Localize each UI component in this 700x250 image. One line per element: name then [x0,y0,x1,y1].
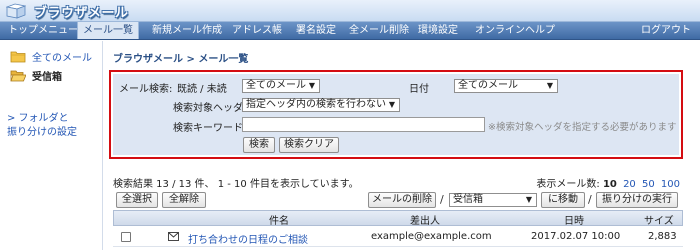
move-target-select[interactable]: 受信箱 ▼ [449,193,537,207]
date-label: 日付 [409,84,429,95]
settings-link-line: 振り分けの設定 [7,127,77,138]
open-folder-icon [10,70,26,81]
toolbar-separator: / [588,193,592,206]
read-unread-label: 既読 / 未読 [177,84,227,95]
per-page-option-50[interactable]: 50 [642,179,655,190]
search-clear-button[interactable]: 検索クリア [279,137,339,153]
column-header-date[interactable]: 日時 [564,212,584,227]
column-header-subject[interactable]: 件名 [269,212,289,227]
row-size: 2,883 [648,231,677,242]
envelope-icon [168,232,179,241]
logout-link[interactable]: ログアウト [641,22,691,39]
keyword-hint: ※検索対象ヘッダを指定する必要があります [488,122,677,133]
envelope-logo-icon [6,3,26,19]
header-target-label: 検索対象ヘッダ [173,103,243,114]
date-select[interactable]: 全てのメール ▼ [454,79,558,93]
read-unread-value: 全てのメール [246,80,306,91]
chevron-down-icon: ▼ [308,81,315,90]
sidebar-folder-label: 受信箱 [32,71,62,83]
date-value: 全てのメール [458,80,518,91]
per-page-current: 10 [602,179,617,190]
nav-mail-list[interactable]: メール一覧 [77,22,139,39]
app-title: ブラウザメール [34,6,129,21]
select-all-button[interactable]: 全選択 [116,192,158,208]
folder-icon [10,51,26,62]
nav-new-mail[interactable]: 新規メール作成 [152,22,222,39]
deselect-all-button[interactable]: 全解除 [162,192,206,208]
sidebar-folder-all-mail[interactable]: 全てのメール [10,49,92,64]
mail-table-header: 件名 差出人 日時 サイズ [113,210,683,227]
move-target-value: 受信箱 [453,194,483,205]
row-from: example@example.com [371,231,492,242]
table-row[interactable]: 打ち合わせの日程のご相談 example@example.com 2017.02… [113,227,683,247]
nav-delete-all-mail[interactable]: 全メール削除 [349,22,409,39]
header-target-value: 指定ヘッダ内の検索を行わない [246,99,386,110]
main-nav: トップメニュー メール一覧 新規メール作成 アドレス帳 署名設定 全メール削除 … [0,22,700,40]
nav-preferences[interactable]: 環境設定 [418,22,458,39]
delete-mail-button[interactable]: メールの削除 [368,192,436,208]
chevron-down-icon: ▼ [525,195,532,204]
row-subject-link[interactable]: 打ち合わせの日程のご相談 [188,231,308,246]
per-page-label: 表示メール数: [536,179,600,190]
search-button[interactable]: 検索 [243,137,275,153]
header-target-select[interactable]: 指定ヘッダ内の検索を行わない ▼ [242,98,400,112]
sidebar: 全てのメール 受信箱 > フォルダと 振り分けの設定 [0,41,103,250]
read-unread-select[interactable]: 全てのメール ▼ [242,79,320,93]
nav-signature-settings[interactable]: 署名設定 [296,22,336,39]
title-bar: ブラウザメール [0,0,700,22]
mail-search-label: メール検索: [119,84,173,95]
settings-link-line: > フォルダと [7,113,69,124]
sidebar-folder-inbox[interactable]: 受信箱 [10,68,62,83]
chevron-down-icon: ▼ [388,100,395,109]
per-page-option-20[interactable]: 20 [623,179,636,190]
mail-search-panel: メール検索: 既読 / 未読 全てのメール ▼ 日付 全てのメール ▼ 検索対象… [109,70,683,159]
results-summary: 検索結果 13 / 13 件、 1 - 10 件目を表示しています。 [113,179,359,190]
per-page-selector: 表示メール数: 10 20 50 100 [536,175,680,190]
keyword-label: 検索キーワード [173,123,243,134]
nav-online-help[interactable]: オンラインヘルプ [475,22,555,39]
breadcrumb: ブラウザメール > メール一覧 [113,54,249,65]
search-panel-body: メール検索: 既読 / 未読 全てのメール ▼ 日付 全てのメール ▼ 検索対象… [113,74,679,155]
row-checkbox[interactable] [121,232,131,242]
row-date: 2017.02.07 10:00 [531,231,621,242]
nav-address-book[interactable]: アドレス帳 [232,22,282,39]
chevron-down-icon: ▼ [546,81,553,90]
sidebar-folder-label: 全てのメール [32,52,92,64]
per-page-option-100[interactable]: 100 [661,179,680,190]
toolbar-separator: / [440,193,444,206]
keyword-input[interactable] [242,117,485,132]
folder-filter-settings-link[interactable]: > フォルダと 振り分けの設定 [7,112,77,140]
nav-top-menu[interactable]: トップメニュー [8,22,78,39]
move-button[interactable]: に移動 [541,192,585,208]
column-header-from[interactable]: 差出人 [410,212,440,227]
run-filter-button[interactable]: 振り分けの実行 [596,192,678,208]
column-header-size[interactable]: サイズ [644,212,674,227]
